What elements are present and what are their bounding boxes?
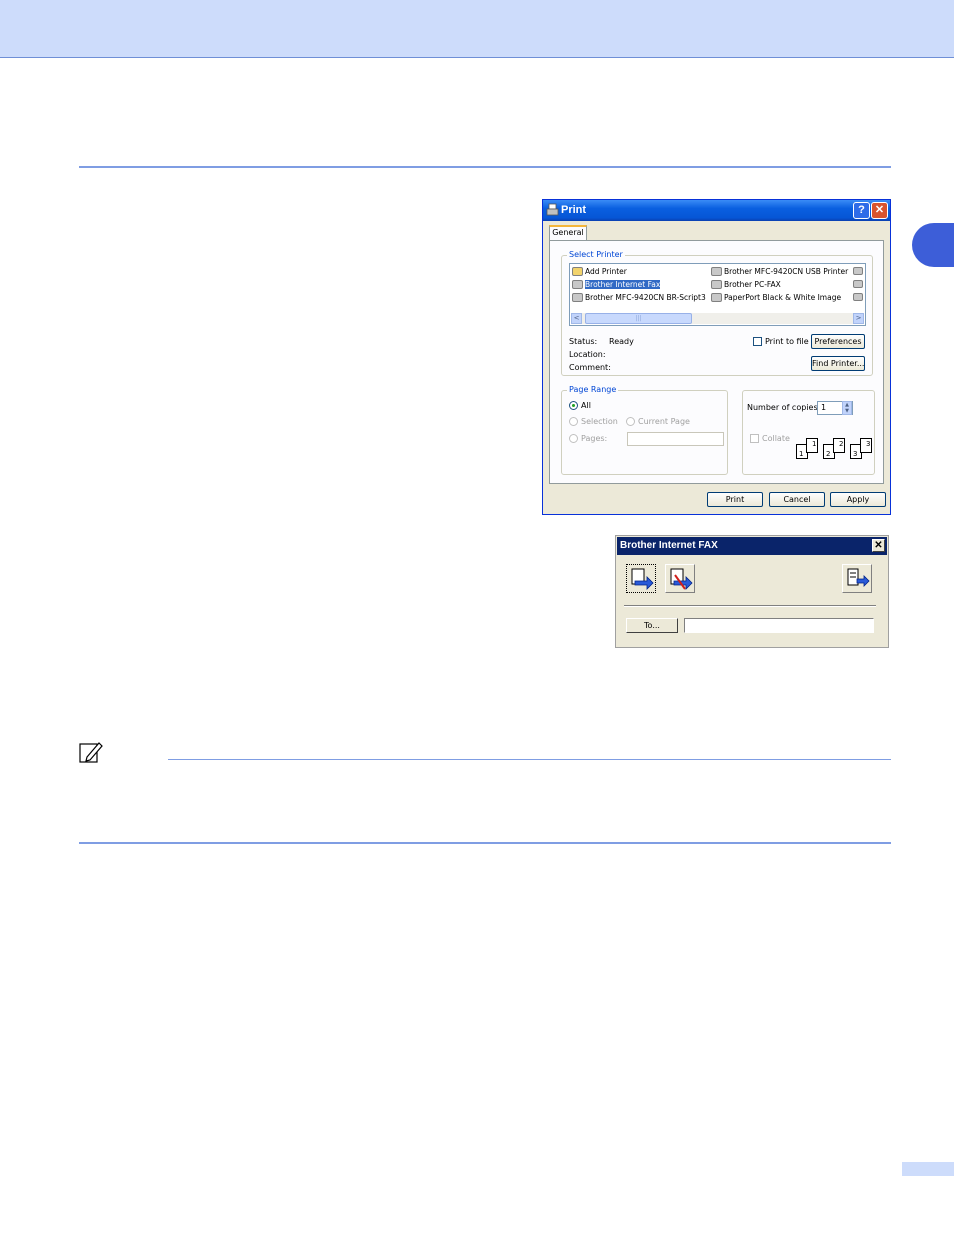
printer-icon [853,267,863,275]
list-item[interactable]: Add Printer [572,266,627,277]
page-range-label: Page Range [567,385,619,394]
to-button[interactable]: To... [626,618,678,633]
page-sheet: 1 [806,438,818,453]
list-item[interactable]: Brother Internet Fax [572,279,661,290]
page-sheet: 3 [860,438,872,453]
tab-general[interactable]: General [549,225,587,240]
section-rule-top [79,166,891,168]
scroll-right-icon[interactable]: > [853,313,864,324]
add-printer-icon [572,267,583,276]
copies-stepper[interactable]: ▲ ▼ [842,401,852,415]
status-value: Ready [609,337,634,346]
current-page-radio[interactable] [626,417,635,426]
scroll-thumb[interactable]: ||| [585,313,692,324]
preferences-button[interactable]: Preferences [811,334,865,349]
printer-name: Brother MFC-9420CN BR-Script3 [585,293,706,302]
printer-list[interactable]: Add Printer Brother Internet Fax Brother… [569,263,866,326]
cancel-send-icon [670,568,693,590]
printer-name: Brother Internet Fax [585,280,661,289]
chapter-tab [912,223,954,267]
printer-icon [546,203,559,216]
pages-label: Pages: [581,434,608,443]
header-band [0,0,954,58]
printer-icon [711,280,722,289]
collate-label: Collate [762,434,790,443]
printer-name: PaperPort Black & White Image [724,293,842,302]
pages-input[interactable] [627,432,724,446]
printer-icon [572,293,583,302]
printer-name: Brother MFC-9420CN USB Printer [724,267,849,276]
list-item[interactable]: PaperPort Black & White Image [711,292,841,303]
current-page-label: Current Page [638,417,690,426]
location-label: Location: [569,350,606,359]
section-rule-bottom [79,842,891,844]
note-rule [168,759,891,760]
print-button[interactable]: Print [707,492,763,507]
print-to-file-label: Print to file [765,337,809,346]
fax-dialog-title: Brother Internet FAX [620,540,718,551]
select-printer-label: Select Printer [567,250,625,259]
printer-name: Add Printer [585,267,627,276]
internet-fax-dialog: Brother Internet FAX ✕ To... [615,535,889,648]
horizontal-scrollbar[interactable]: < ||| > [571,313,864,324]
page-sheet: 2 [833,438,845,453]
number-of-copies-label: Number of copies: [747,403,821,412]
recipient-input[interactable] [684,618,874,633]
select-printer-group: Select Printer Add Printer Brother Inter… [561,250,873,376]
collate-checkbox[interactable] [750,434,759,443]
printer-icon [853,293,863,301]
send-fax-button[interactable] [626,564,656,593]
list-item[interactable]: Brother MFC-9420CN BR-Script3 [572,292,706,303]
scroll-left-icon[interactable]: < [571,313,582,324]
printer-icon [853,280,863,288]
general-panel: Select Printer Add Printer Brother Inter… [549,240,884,484]
address-book-icon [847,568,870,587]
address-book-button[interactable] [842,564,872,593]
apply-button[interactable]: Apply [830,492,886,507]
selection-label: Selection [581,417,618,426]
help-button[interactable]: ? [853,202,870,219]
printer-icon [572,280,583,289]
comment-label: Comment: [569,363,611,372]
close-button[interactable]: ✕ [871,202,888,219]
send-document-icon [631,568,654,590]
list-item[interactable]: Brother PC-FAX [711,279,781,290]
printer-icon [711,267,722,276]
printer-icon [711,293,722,302]
page-range-group: Page Range All Selection Current Page Pa… [561,385,728,475]
print-dialog-title: Print [561,204,587,216]
copies-group: Number of copies: 1 ▲ ▼ Collate 1 1 2 2 3… [742,390,875,475]
find-printer-button[interactable]: Find Printer... [811,356,865,371]
note-pencil-icon [79,742,103,763]
print-dialog-titlebar: Print ? ✕ [543,200,890,221]
page-number-pill [902,1162,954,1176]
pages-radio[interactable] [569,434,578,443]
all-label: All [581,401,591,410]
selection-radio[interactable] [569,417,578,426]
collate-pages-icon: 1 1 2 2 3 3 [796,438,872,460]
print-dialog: Print ? ✕ General Select Printer Add Pri… [542,199,891,515]
cancel-button[interactable]: Cancel [769,492,825,507]
all-radio[interactable] [569,401,578,410]
fax-dialog-titlebar: Brother Internet FAX ✕ [617,537,887,555]
print-to-file-checkbox[interactable] [753,337,762,346]
fax-close-button[interactable]: ✕ [872,539,885,552]
printer-name: Brother PC-FAX [724,280,781,289]
status-label: Status: [569,337,598,346]
list-item[interactable]: Brother MFC-9420CN USB Printer [711,266,848,277]
toolbar-divider [624,605,876,607]
cancel-fax-button[interactable] [665,564,695,593]
